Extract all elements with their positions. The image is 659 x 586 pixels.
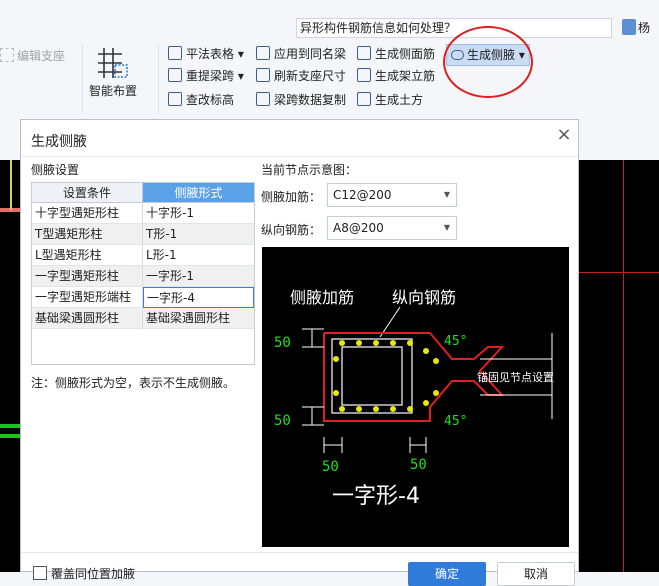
condition-cell: 基础梁遇圆形柱 [32,308,143,329]
table-row[interactable]: L型遇矩形柱 L形-1 [32,245,254,266]
preview-label: 当前节点示意图： [261,163,358,177]
table-row-selected[interactable]: 一字型遇矩形端柱 一字形-4 [32,287,254,308]
re-extract-span-button[interactable]: 重提梁跨 ▾ [168,66,244,86]
haunch-settings-table: 设置条件 侧腋形式 十字型遇矩形柱 十字形-1 T型遇矩形柱 T形-1 L型遇矩… [31,182,255,365]
apply-same-name-button[interactable]: 应用到同名梁 [256,44,346,64]
user-name: 杨 [638,21,651,35]
generate-haunch-dialog: 生成侧腋 × 侧腋设置 设置条件 侧腋形式 十字型遇矩形柱 十字形-1 T型遇矩… [20,119,579,586]
edit-support-icon [0,48,14,62]
drawing-canvas-left[interactable] [0,160,20,572]
title-divider [21,156,578,157]
gen-earthwork-button[interactable]: 生成土方 [357,90,423,110]
copy-icon [256,92,270,106]
highlight-circle [443,26,533,98]
checkbox-label: 覆盖同位置加腋 [51,567,136,581]
cancel-button[interactable]: 取消 [497,562,575,586]
checkbox-box[interactable] [33,566,47,580]
form-cell[interactable]: 一字形-1 [143,266,254,287]
override-haunch-checkbox[interactable]: 覆盖同位置加腋 [33,565,135,582]
table-row[interactable]: 一字型遇矩形柱 一字形-1 [32,266,254,287]
user-menu[interactable]: 杨 [620,18,659,38]
footer-divider [21,552,578,553]
canvas-green-mark [0,424,20,428]
rebar-dots [333,340,439,412]
table-format-button[interactable]: 平法表格 ▾ [168,44,244,64]
refresh-support-size-button[interactable]: 刷新支座尺寸 [256,66,346,86]
long-rebar-combo[interactable]: A8@200 ▼ [327,216,457,240]
ribbon-divider [82,44,83,114]
dim-label: 50 [274,413,291,429]
note-text: 注：侧腋形式为空，表示不生成侧腋。 [31,376,236,390]
inner-section [341,346,403,406]
canvas-axis-line [578,272,659,273]
node-diagram: 侧腋加筋 纵向钢筋 锚固见节点设置 50 50 50 50 45° 45° 一字… [262,247,569,547]
form-cell[interactable]: L形-1 [143,245,254,266]
gen-side-rebar-button[interactable]: 生成侧面筋 [357,44,435,64]
canvas-green-mark [0,434,20,438]
table-icon [168,46,182,60]
table-row[interactable]: T型遇矩形柱 T形-1 [32,224,254,245]
anchor-note: 锚固见节点设置 [477,370,554,384]
settings-section-label: 侧腋设置 [31,163,80,177]
diagram-label-side: 侧腋加筋 [290,288,354,307]
ribbon-toolbar: 编辑支座 智能布置 平法表格 ▾ 应用到同名梁 生成侧面筋 生成侧腋 ▾ 重提梁… [0,26,659,118]
apply-icon [256,46,270,60]
ok-button[interactable]: 确定 [408,562,486,586]
chevron-down-icon: ▼ [443,190,450,199]
long-rebar-label: 纵向钢筋： [261,223,322,237]
copy-span-data-button[interactable]: 梁跨数据复制 [256,90,346,110]
dim-label: 50 [410,457,427,473]
side-rebar-icon [357,46,371,60]
smart-layout-icon[interactable] [96,46,130,80]
chevron-down-icon: ▼ [443,223,450,232]
top-bar: 异形构件钢筋信息如何处理？ 杨 [0,0,659,40]
form-cell[interactable]: T形-1 [143,224,254,245]
edit-support-button[interactable]: 编辑支座 [0,46,65,66]
form-cell[interactable]: 基础梁遇圆形柱 [143,308,254,329]
side-rebar-combo[interactable]: C12@200 ▼ [327,183,457,207]
form-cell[interactable]: 十字形-1 [143,203,254,224]
drawing-canvas-right[interactable] [578,160,659,572]
column-header-form: 侧腋形式 [143,183,254,203]
smart-layout-label[interactable]: 智能布置 [89,82,137,99]
condition-cell: T型遇矩形柱 [32,224,143,245]
user-avatar-icon [622,19,636,35]
gen-erection-bar-button[interactable]: 生成架立筋 [357,66,435,86]
angle-label: 45° [444,414,467,429]
dim-label: 50 [322,459,339,475]
close-icon[interactable]: × [555,126,573,144]
form-cell-editing[interactable]: 一字形-4 [143,287,254,308]
table-row[interactable]: 基础梁遇圆形柱 基础梁遇圆形柱 [32,308,254,329]
ribbon-divider [158,44,159,114]
angle-label: 45° [444,334,467,349]
diagram-caption: 一字形-4 [332,484,420,509]
long-rebar-value: A8@200 [333,221,384,235]
refresh-icon [256,68,270,82]
check-elevation-button[interactable]: 查改标高 [168,90,234,110]
canvas-axis-line [623,160,624,572]
help-search-input[interactable]: 异形构件钢筋信息如何处理？ [296,18,612,38]
diagram-label-long: 纵向钢筋 [392,288,456,307]
erection-bar-icon [357,68,371,82]
haunch-outline [323,332,505,422]
earthwork-icon [357,92,371,106]
side-rebar-value: C12@200 [333,188,392,202]
condition-cell: 一字型遇矩形柱 [32,266,143,287]
edit-support-label: 编辑支座 [17,49,66,63]
side-rebar-label: 侧腋加筋： [261,190,322,204]
table-row[interactable]: 十字型遇矩形柱 十字形-1 [32,203,254,224]
condition-cell: L型遇矩形柱 [32,245,143,266]
canvas-column-mark [10,160,12,210]
span-icon [168,68,182,82]
condition-cell: 十字型遇矩形柱 [32,203,143,224]
dialog-title: 生成侧腋 [31,134,87,150]
column-header-condition: 设置条件 [32,183,143,203]
column-section [331,338,413,414]
condition-cell: 一字型遇矩形端柱 [32,287,143,308]
dim-label: 50 [274,335,291,351]
elevation-icon [168,92,182,106]
dim-ticks [302,328,427,453]
